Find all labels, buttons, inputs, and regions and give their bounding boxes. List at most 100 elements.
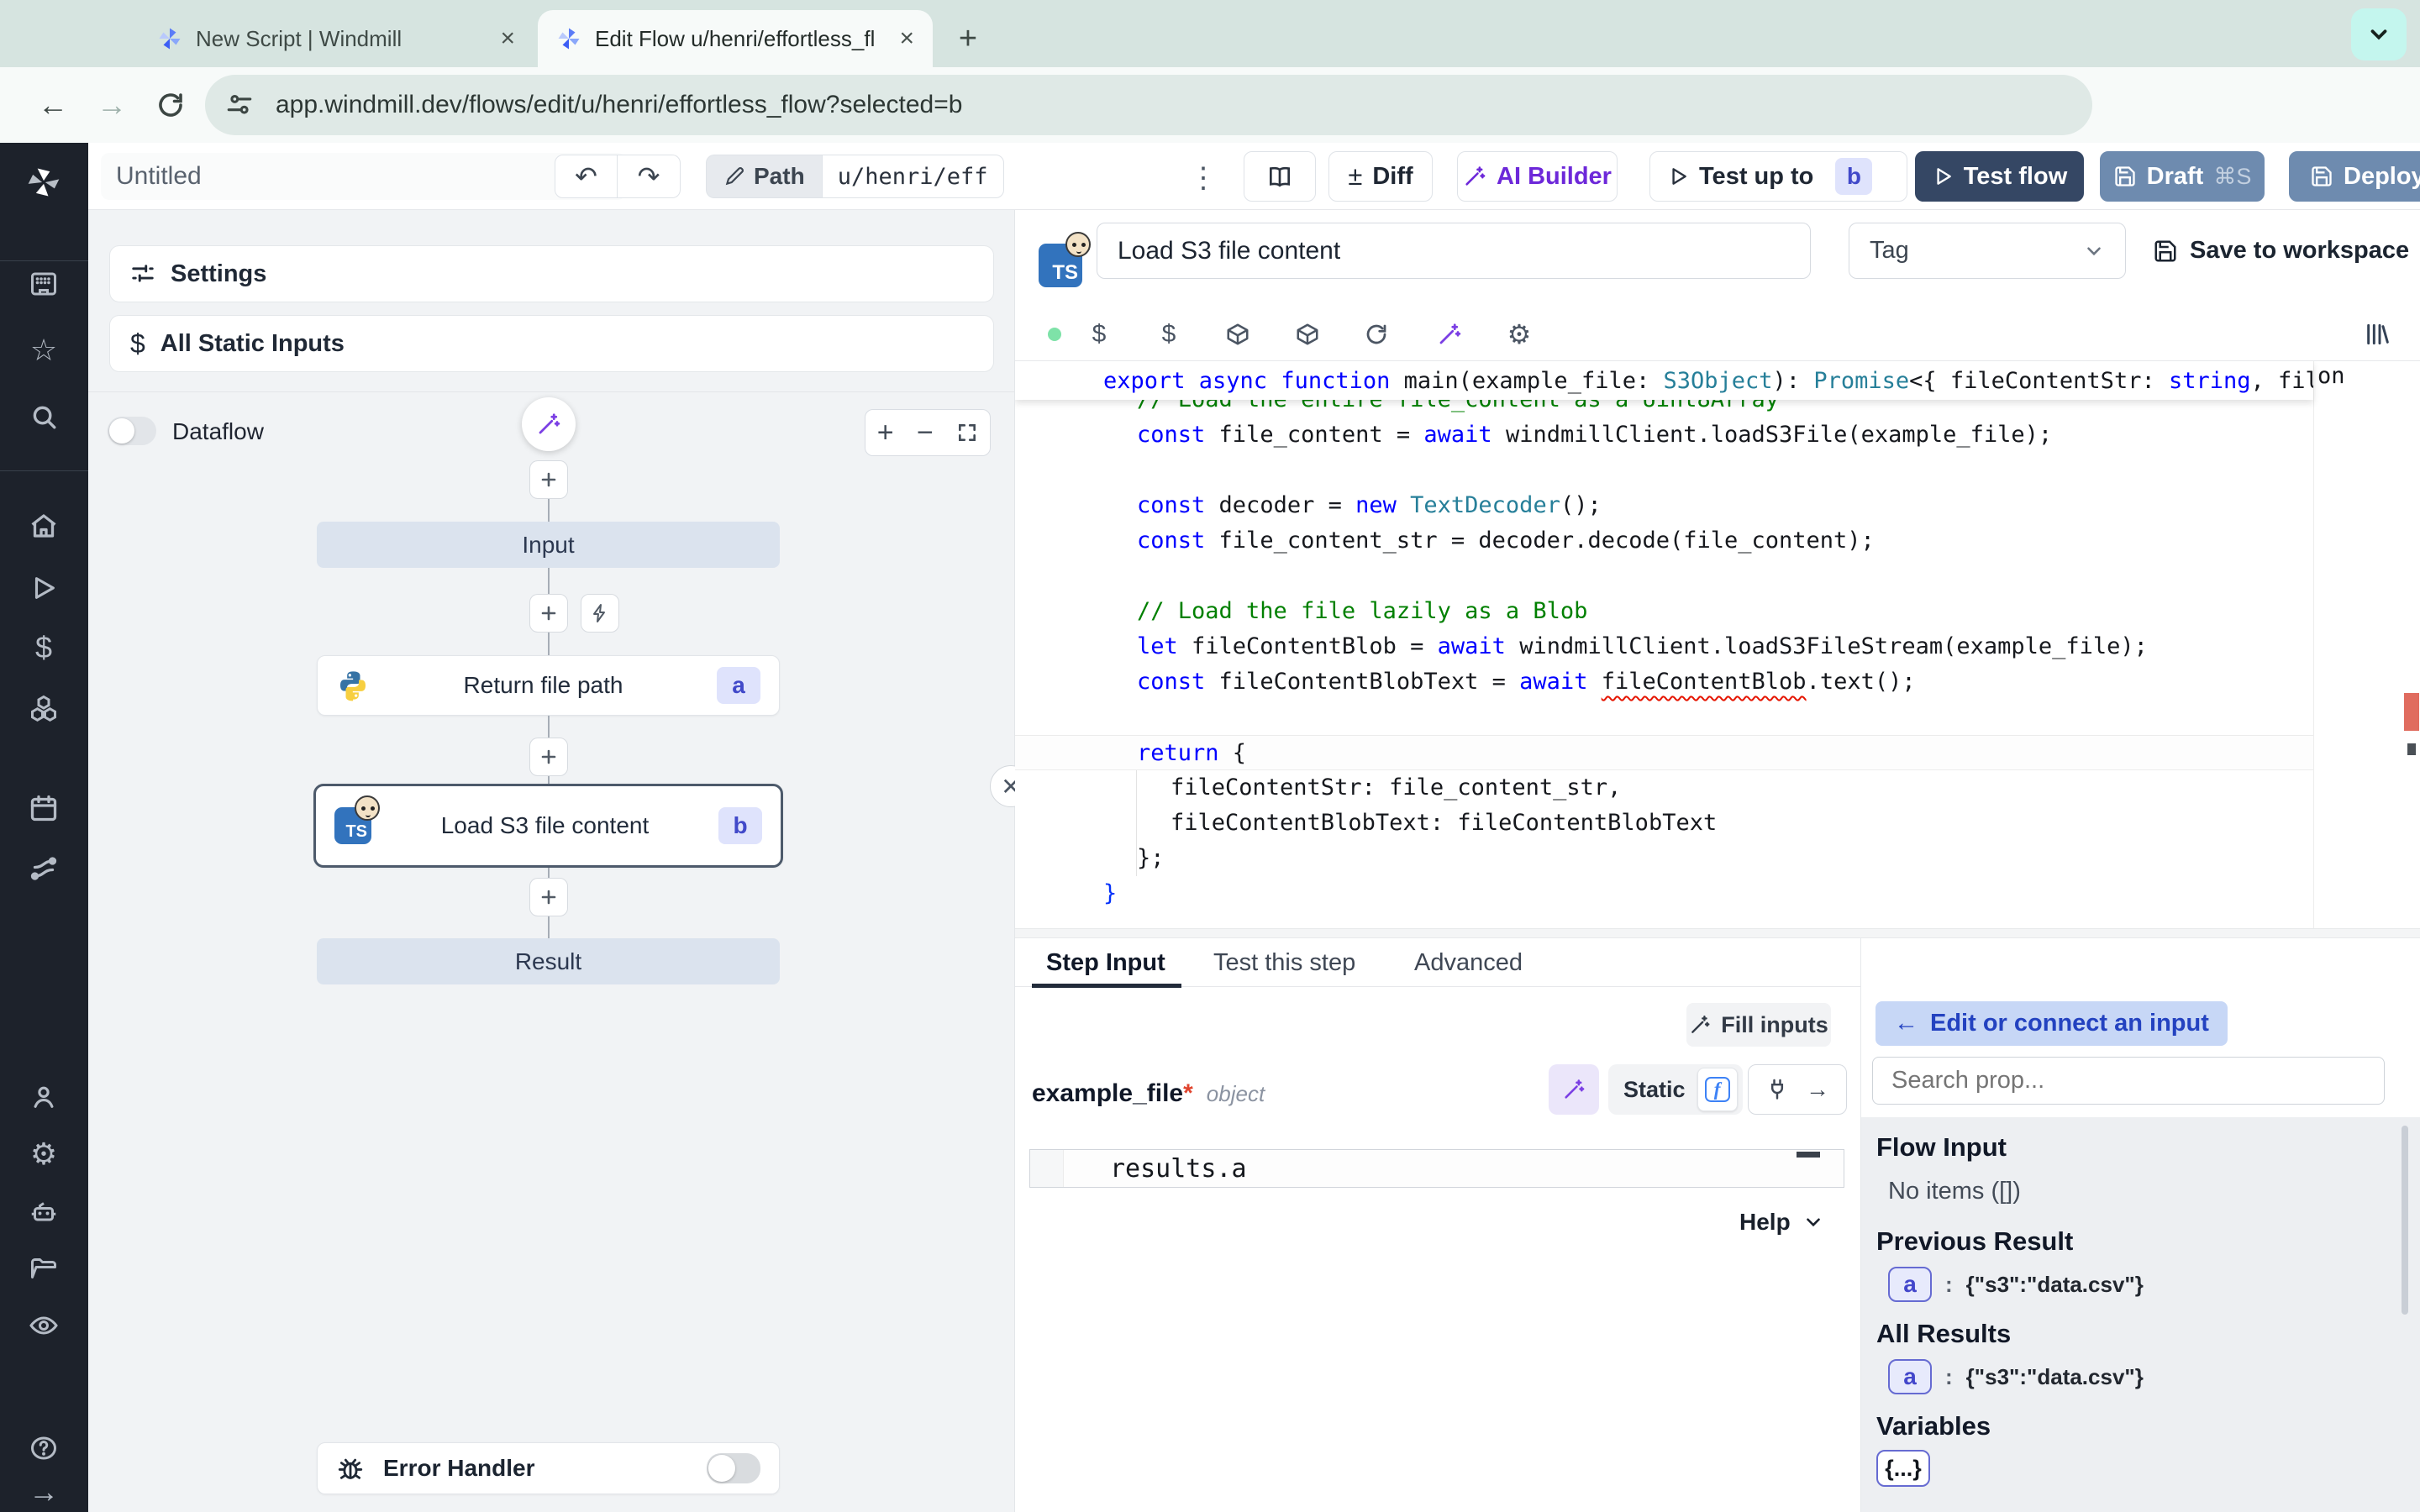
diff-label: Diff <box>1372 163 1413 191</box>
error-handler-node[interactable]: Error Handler <box>317 1442 780 1494</box>
step-badge: b <box>1835 158 1872 195</box>
sidebar-item-variables[interactable]: $ <box>25 629 62 666</box>
library-icon[interactable] <box>2355 307 2397 361</box>
result-badge[interactable]: a <box>1888 1359 1932 1394</box>
sidebar-item-apps[interactable] <box>25 265 62 302</box>
result-value[interactable]: {"s3":"data.csv"} <box>1966 1364 2144 1390</box>
add-step-button[interactable] <box>529 878 568 916</box>
sidebar-item-flows[interactable] <box>25 850 62 887</box>
result-value[interactable]: {"s3":"data.csv"} <box>1966 1272 2144 1298</box>
sidebar-item-audit-logs[interactable] <box>25 1307 62 1344</box>
editor-settings-icon[interactable]: ⚙ <box>1498 307 1540 361</box>
result-badge[interactable]: a <box>1888 1267 1932 1302</box>
resource-picker-icon[interactable]: $ <box>1148 307 1190 361</box>
path-value[interactable]: u/henri/eff <box>822 155 1004 198</box>
diff-button[interactable]: ± Diff <box>1328 151 1433 202</box>
previous-result-row[interactable]: a : {"s3":"data.csv"} <box>1888 1267 2144 1302</box>
step-name-input[interactable]: Load S3 file content <box>1097 223 1811 279</box>
sidebar-item-home[interactable] <box>25 507 62 544</box>
help-button[interactable] <box>25 1430 62 1467</box>
add-step-button[interactable] <box>529 594 568 633</box>
edit-or-connect-button[interactable]: ← Edit or connect an input <box>1876 1001 2228 1046</box>
flow-name-field[interactable]: Untitled <box>101 153 626 200</box>
code-lines[interactable]: // Load the entire file_content as a Uin… <box>1015 382 2313 911</box>
flow-settings-button[interactable]: Settings <box>109 245 994 302</box>
package-icon[interactable] <box>1217 307 1259 361</box>
tag-select[interactable]: Tag <box>1849 223 2126 279</box>
sidebar-item-schedules[interactable] <box>25 790 62 827</box>
zoom-out-icon[interactable]: − <box>917 417 934 449</box>
path-button[interactable]: Path <box>706 155 822 198</box>
error-handler-toggle[interactable] <box>707 1453 760 1483</box>
sidebar-item-runs[interactable] <box>25 570 62 606</box>
reset-icon[interactable] <box>1355 307 1397 361</box>
help-dropdown[interactable]: Help <box>1739 1209 1824 1236</box>
search-prop-input[interactable] <box>1872 1057 2385 1105</box>
panel-resize-handle[interactable] <box>1015 928 2420 938</box>
all-results-row[interactable]: a : {"s3":"data.csv"} <box>1888 1359 2144 1394</box>
add-trigger-button[interactable] <box>581 594 619 633</box>
browser-tab-active[interactable]: Edit Flow u/henri/effortless_fl × <box>538 10 933 67</box>
sidebar-item-search[interactable] <box>25 398 62 435</box>
package-icon[interactable] <box>1286 307 1328 361</box>
ai-flow-button[interactable] <box>522 397 576 451</box>
variable-picker-icon[interactable]: $ <box>1078 307 1120 361</box>
code-editor[interactable]: // Load the entire file_content as a Uin… <box>1015 361 2420 928</box>
dataflow-toggle[interactable] <box>108 417 156 445</box>
scrollbar[interactable] <box>2402 1126 2408 1315</box>
tab-test-this-step[interactable]: Test this step <box>1213 938 1355 987</box>
close-tab-icon[interactable]: × <box>500 24 515 53</box>
test-flow-button[interactable]: Test flow <box>1915 151 2084 202</box>
tab-step-input[interactable]: Step Input <box>1046 938 1165 987</box>
fill-inputs-button[interactable]: Fill inputs <box>1686 1003 1831 1047</box>
sidebar-item-user[interactable] <box>25 1079 62 1116</box>
fullscreen-icon[interactable] <box>956 422 978 444</box>
variables-badge[interactable]: {...} <box>1876 1450 1930 1487</box>
mode-expression-button[interactable]: f <box>1697 1068 1738 1111</box>
flow-node-step-a[interactable]: Return file path a <box>317 655 780 716</box>
new-tab-button[interactable]: + <box>948 18 988 59</box>
input-mode-toggle[interactable]: Static f <box>1608 1064 1743 1115</box>
browser-tab-inactive[interactable]: New Script | Windmill × <box>139 10 534 67</box>
forward-button[interactable]: → <box>82 87 141 123</box>
add-step-button[interactable] <box>529 738 568 776</box>
close-tab-icon[interactable]: × <box>899 24 914 53</box>
redo-button[interactable]: ↷ <box>618 155 681 198</box>
edit-or-connect-label: Edit or connect an input <box>1930 1010 2209 1037</box>
undo-button[interactable]: ↶ <box>555 155 618 198</box>
all-static-inputs-button[interactable]: $ All Static Inputs <box>109 315 994 372</box>
sidebar-item-resources[interactable] <box>25 690 62 727</box>
test-up-to-button[interactable]: Test up to b <box>1649 151 1907 202</box>
tab-advanced[interactable]: Advanced <box>1414 938 1523 987</box>
variables-row[interactable]: {...} <box>1876 1450 1930 1487</box>
flow-node-result[interactable]: Result <box>317 938 780 984</box>
reload-button[interactable] <box>141 90 200 120</box>
editor-scrollbar[interactable] <box>2313 361 2420 928</box>
ai-assist-icon[interactable] <box>1428 307 1470 361</box>
tab-list-button[interactable] <box>2351 8 2407 60</box>
sidebar-item-workers[interactable] <box>25 1194 62 1231</box>
draft-button[interactable]: Draft ⌘S <box>2100 151 2265 202</box>
sidebar-item-settings[interactable]: ⚙ <box>25 1136 62 1173</box>
back-button[interactable]: ← <box>24 87 82 123</box>
tab-title: Edit Flow u/henri/effortless_fl <box>595 26 886 52</box>
expression-editor[interactable]: results.a <box>1029 1149 1844 1188</box>
zoom-in-icon[interactable]: + <box>877 417 894 449</box>
flow-node-input[interactable]: Input <box>317 522 780 568</box>
docs-button[interactable] <box>1244 151 1316 202</box>
more-options-icon[interactable]: ⋮ <box>1189 161 1218 195</box>
add-step-button[interactable] <box>529 460 568 499</box>
deploy-button[interactable]: Deploy <box>2289 151 2420 202</box>
sidebar-item-favorites[interactable]: ☆ <box>25 332 62 369</box>
sidebar-expand-icon[interactable]: → <box>25 1473 62 1510</box>
sidebar-item-folders[interactable] <box>25 1250 62 1287</box>
step-badge: b <box>718 807 762 844</box>
flow-node-step-b-selected[interactable]: TS Load S3 file content b ✕ <box>313 784 783 868</box>
windmill-logo[interactable] <box>25 164 62 201</box>
site-settings-icon[interactable] <box>225 91 254 119</box>
save-to-workspace-button[interactable]: Save to workspace <box>2153 223 2409 279</box>
ai-builder-button[interactable]: AI Builder <box>1457 151 1618 202</box>
connect-input-group[interactable]: → <box>1748 1064 1847 1115</box>
url-bar[interactable]: app.windmill.dev/flows/edit/u/henri/effo… <box>205 75 2092 135</box>
ai-fill-field-button[interactable] <box>1549 1064 1599 1115</box>
